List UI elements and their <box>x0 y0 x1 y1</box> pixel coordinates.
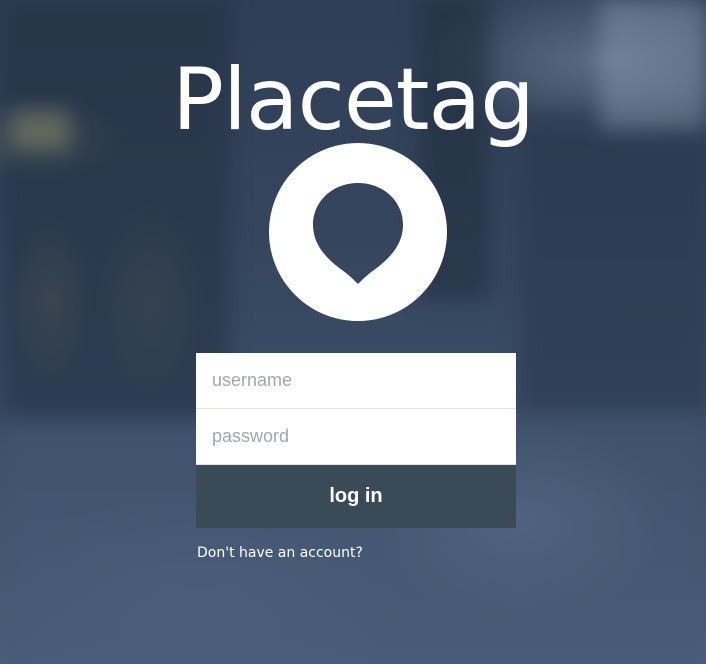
app-title: Placetag <box>172 50 535 150</box>
location-pin-icon <box>269 143 447 321</box>
login-form: log in <box>196 353 516 528</box>
username-input[interactable] <box>196 353 516 409</box>
background-building <box>520 110 706 410</box>
signup-link[interactable]: Don't have an account? <box>197 545 363 561</box>
password-input[interactable] <box>196 409 516 465</box>
login-button[interactable]: log in <box>196 465 516 528</box>
